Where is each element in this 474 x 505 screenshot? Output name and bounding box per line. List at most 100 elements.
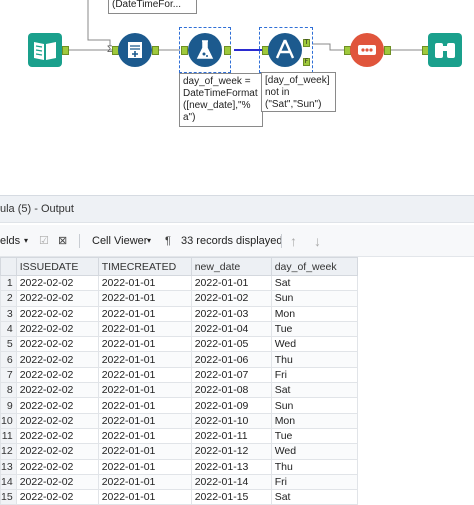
column-header[interactable]: new_date bbox=[190, 257, 272, 276]
table-row[interactable]: 1 2022-02-02 2022-01-01 2022-01-01 Sat bbox=[0, 274, 358, 292]
table-cell[interactable]: 2022-01-01 bbox=[97, 382, 192, 399]
table-cell[interactable]: 2022-01-05 bbox=[190, 336, 272, 353]
workflow-canvas[interactable]: (DateTimeFor... Σ day_of_week = DateTime… bbox=[0, 0, 474, 195]
table-cell[interactable]: Thu bbox=[270, 351, 358, 368]
table-row[interactable]: 10 2022-02-02 2022-01-01 2022-01-10 Mon bbox=[0, 412, 358, 429]
fields-chevron-icon[interactable]: ▾ bbox=[24, 225, 28, 257]
table-row[interactable]: 7 2022-02-02 2022-01-01 2022-01-07 Fri bbox=[0, 366, 358, 384]
table-cell[interactable]: 2022-02-02 bbox=[15, 427, 99, 445]
column-header[interactable]: day_of_week bbox=[270, 257, 358, 276]
table-cell[interactable]: 2022-01-15 bbox=[190, 489, 272, 505]
table-cell[interactable]: 2022-01-01 bbox=[190, 274, 272, 292]
table-cell[interactable]: Fri bbox=[270, 473, 358, 491]
cell-viewer-chevron-icon[interactable]: ▾ bbox=[147, 225, 151, 257]
table-cell[interactable]: Thu bbox=[270, 458, 358, 475]
table-cell[interactable]: 2022-02-02 bbox=[15, 320, 99, 338]
table-row[interactable]: 3 2022-02-02 2022-01-01 2022-01-03 Mon bbox=[0, 305, 358, 322]
table-cell[interactable]: 2022-01-01 bbox=[97, 336, 192, 353]
table-cell[interactable]: Sat bbox=[270, 274, 358, 292]
table-cell[interactable]: Sun bbox=[270, 397, 358, 414]
table-cell[interactable]: Sat bbox=[270, 489, 358, 505]
table-cell[interactable]: 2022-01-02 bbox=[190, 290, 272, 307]
arrow-down-icon[interactable]: ↓ bbox=[314, 225, 321, 257]
arrow-up-icon[interactable]: ↑ bbox=[290, 225, 297, 257]
table-row[interactable]: 5 2022-02-02 2022-01-01 2022-01-05 Wed bbox=[0, 336, 358, 353]
table-cell[interactable]: 2022-01-01 bbox=[97, 305, 192, 322]
table-cell[interactable]: 2022-01-06 bbox=[190, 351, 272, 368]
table-cell[interactable]: 2022-02-02 bbox=[15, 305, 99, 322]
table-row[interactable]: 8 2022-02-02 2022-01-01 2022-01-08 Sat bbox=[0, 382, 358, 399]
table-row[interactable]: 13 2022-02-02 2022-01-01 2022-01-13 Thu bbox=[0, 458, 358, 475]
table-cell[interactable]: 2022-01-01 bbox=[97, 489, 192, 505]
table-cell[interactable]: 2022-01-10 bbox=[190, 412, 272, 429]
table-cell[interactable]: 2022-02-02 bbox=[15, 458, 99, 475]
formula-tool[interactable] bbox=[188, 33, 222, 67]
table-cell[interactable]: Fri bbox=[270, 366, 358, 384]
table-cell[interactable]: 2022-02-02 bbox=[15, 489, 99, 505]
table-cell[interactable]: 2022-01-01 bbox=[97, 412, 192, 429]
formula-output-anchor[interactable] bbox=[224, 46, 231, 55]
formula-input-anchor[interactable] bbox=[181, 46, 188, 55]
input-data-tool[interactable] bbox=[28, 33, 62, 67]
table-cell[interactable]: 2022-01-01 bbox=[97, 290, 192, 307]
table-cell[interactable]: Mon bbox=[270, 412, 358, 429]
table-cell[interactable]: 2022-01-01 bbox=[97, 366, 192, 384]
table-cell[interactable]: 2022-01-12 bbox=[190, 443, 272, 460]
checkbox-icon[interactable]: ☑ bbox=[39, 225, 49, 257]
table-cell[interactable]: 2022-02-02 bbox=[15, 443, 99, 460]
table-cell[interactable]: 2022-02-02 bbox=[15, 274, 99, 292]
table-row[interactable]: 11 2022-02-02 2022-01-01 2022-01-11 Tue bbox=[0, 427, 358, 445]
table-cell[interactable]: 2022-02-02 bbox=[15, 473, 99, 491]
table-cell[interactable]: 2022-01-09 bbox=[190, 397, 272, 414]
filter-true-anchor[interactable]: T bbox=[303, 39, 310, 47]
table-cell[interactable]: 2022-02-02 bbox=[15, 351, 99, 368]
pilcrow-icon[interactable]: ¶ bbox=[165, 225, 171, 257]
table-cell[interactable]: 2022-01-01 bbox=[97, 458, 192, 475]
table-cell[interactable]: 2022-01-01 bbox=[97, 397, 192, 414]
fields-menu[interactable]: elds bbox=[0, 225, 20, 257]
table-row[interactable]: 12 2022-02-02 2022-01-01 2022-01-12 Wed bbox=[0, 443, 358, 460]
browse-tool[interactable] bbox=[428, 33, 462, 67]
table-row[interactable]: 14 2022-02-02 2022-01-01 2022-01-14 Fri bbox=[0, 473, 358, 491]
table-cell[interactable]: 2022-01-01 bbox=[97, 274, 192, 292]
table-cell[interactable]: 2022-01-13 bbox=[190, 458, 272, 475]
table-cell[interactable]: 2022-02-02 bbox=[15, 336, 99, 353]
table-row[interactable]: 2 2022-02-02 2022-01-01 2022-01-02 Sun bbox=[0, 290, 358, 307]
table-cell[interactable]: 2022-01-03 bbox=[190, 305, 272, 322]
table-cell[interactable]: 2022-02-02 bbox=[15, 397, 99, 414]
column-header[interactable]: TIMECREATED bbox=[97, 257, 192, 276]
table-cell[interactable]: 2022-01-01 bbox=[97, 443, 192, 460]
table-cell[interactable]: Wed bbox=[270, 443, 358, 460]
table-cell[interactable]: 2022-01-01 bbox=[97, 473, 192, 491]
sample-output-anchor[interactable] bbox=[384, 46, 391, 55]
table-cell[interactable]: 2022-02-02 bbox=[15, 412, 99, 429]
table-cell[interactable]: Tue bbox=[270, 320, 358, 338]
table-cell[interactable]: 2022-02-02 bbox=[15, 290, 99, 307]
summarize-output-anchor[interactable] bbox=[152, 46, 159, 55]
sample-tool[interactable] bbox=[350, 33, 384, 67]
table-cell[interactable]: 2022-01-04 bbox=[190, 320, 272, 338]
table-cell[interactable]: Mon bbox=[270, 305, 358, 322]
cell-viewer-menu[interactable]: Cell Viewer bbox=[92, 225, 147, 257]
table-cell[interactable]: 2022-01-14 bbox=[190, 473, 272, 491]
filter-tool[interactable] bbox=[268, 33, 302, 67]
summarize-tool[interactable] bbox=[118, 33, 152, 67]
filter-false-anchor[interactable]: F bbox=[303, 58, 310, 66]
column-header[interactable]: ISSUEDATE bbox=[15, 257, 99, 276]
input-output-anchor[interactable] bbox=[62, 46, 69, 55]
table-cell[interactable]: 2022-01-11 bbox=[190, 427, 272, 445]
table-cell[interactable]: Tue bbox=[270, 427, 358, 445]
table-cell[interactable]: 2022-01-07 bbox=[190, 366, 272, 384]
table-cell[interactable]: 2022-01-01 bbox=[97, 351, 192, 368]
table-row[interactable]: 9 2022-02-02 2022-01-01 2022-01-09 Sun bbox=[0, 397, 358, 414]
deselect-icon[interactable]: ⊠ bbox=[58, 225, 67, 257]
table-cell[interactable]: 2022-01-08 bbox=[190, 382, 272, 399]
table-cell[interactable]: 2022-02-02 bbox=[15, 382, 99, 399]
table-cell[interactable]: 2022-01-01 bbox=[97, 427, 192, 445]
table-cell[interactable]: 2022-02-02 bbox=[15, 366, 99, 384]
table-row[interactable]: 4 2022-02-02 2022-01-01 2022-01-04 Tue bbox=[0, 320, 358, 338]
table-row[interactable]: 6 2022-02-02 2022-01-01 2022-01-06 Thu bbox=[0, 351, 358, 368]
table-cell[interactable]: Sat bbox=[270, 382, 358, 399]
table-cell[interactable]: 2022-01-01 bbox=[97, 320, 192, 338]
table-row[interactable]: 15 2022-02-02 2022-01-01 2022-01-15 Sat bbox=[0, 489, 358, 505]
